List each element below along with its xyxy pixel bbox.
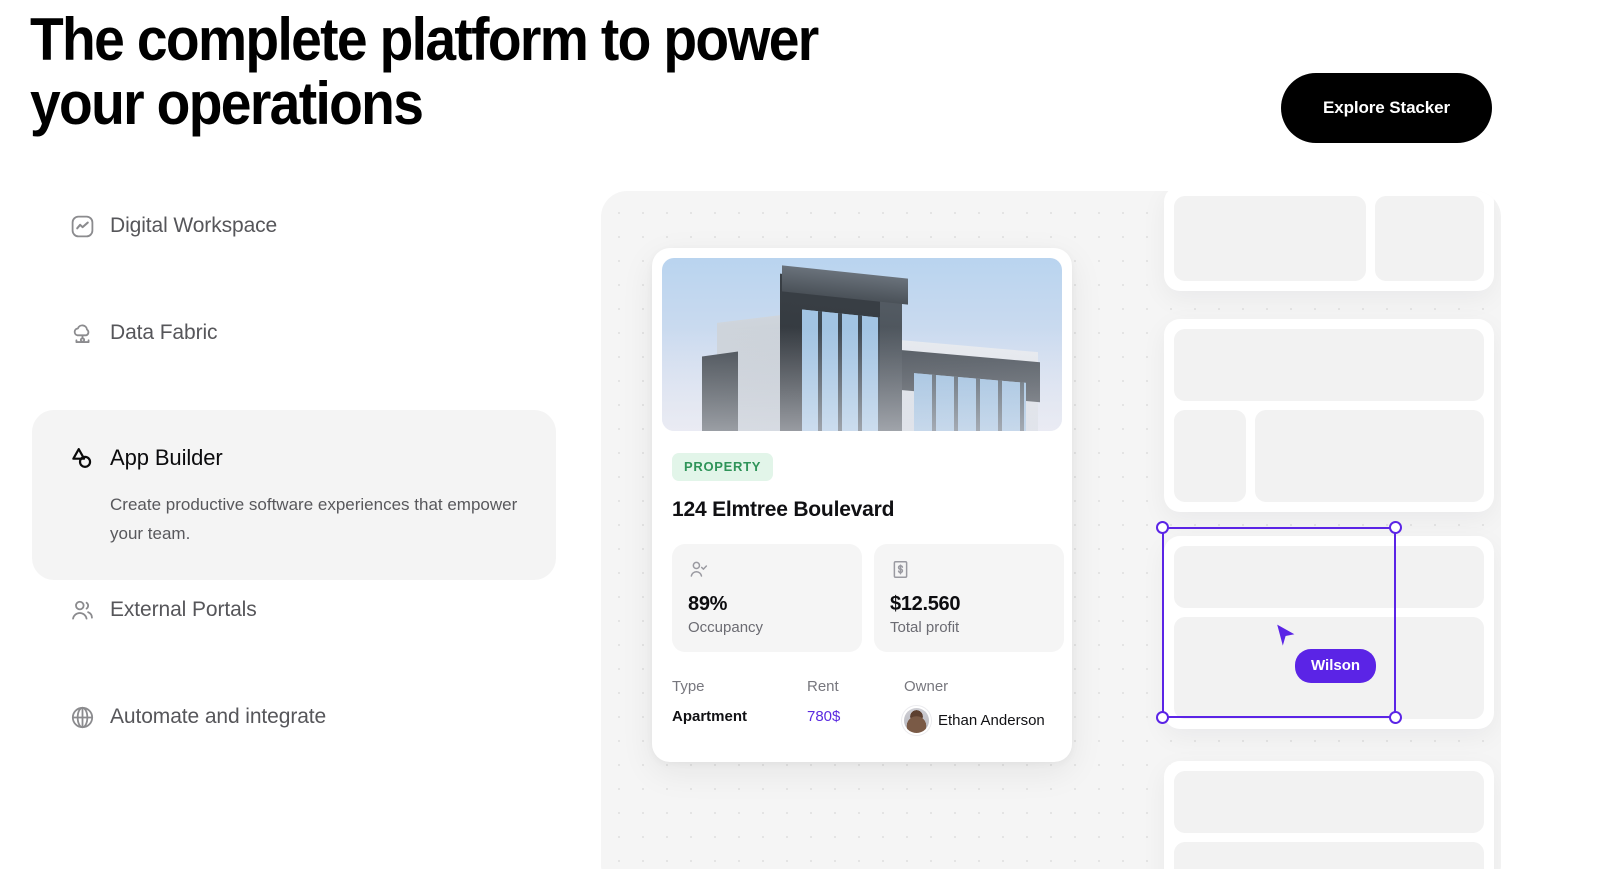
wireframe-block: [1174, 196, 1366, 281]
sidebar-item-external-portals[interactable]: External Portals: [32, 580, 556, 687]
field-label: Rent: [807, 678, 904, 695]
wireframe-block: [1375, 196, 1484, 281]
stat-value: 89%: [688, 593, 846, 616]
status-badge: PROPERTY: [672, 453, 773, 481]
wireframe-card-4[interactable]: [1164, 761, 1494, 869]
wireframe-card-2[interactable]: [1164, 319, 1494, 512]
field-value: Apartment: [672, 708, 807, 725]
user-check-icon: [688, 559, 846, 581]
pulse-square-icon: [68, 212, 96, 240]
sidebar-item-data-fabric[interactable]: Data Fabric: [32, 303, 556, 410]
globe-icon: [68, 703, 96, 731]
sidebar-item-app-builder[interactable]: App Builder Create productive software e…: [32, 410, 556, 580]
app-builder-icon: [68, 444, 96, 472]
sidebar-item-automate-and-integrate[interactable]: Automate and integrate: [32, 687, 556, 794]
sidebar-item-header: App Builder: [68, 444, 520, 472]
product-showcase-panel: PROPERTY 124 Elmtree Boulevard 89% Occup…: [601, 191, 1501, 869]
collaborator-name-label: Wilson: [1295, 649, 1376, 683]
field-label: Type: [672, 678, 807, 695]
page-title: The complete platform to power your oper…: [30, 8, 950, 136]
property-fields: Type Apartment Rent 780$ Owner Ethan And…: [672, 678, 1064, 733]
field-rent: Rent 780$: [807, 678, 904, 733]
owner-name: Ethan Anderson: [938, 712, 1045, 729]
sidebar-item-label: Data Fabric: [110, 319, 217, 347]
feature-nav: Digital Workspace Data Fabric: [32, 196, 556, 794]
sidebar-item-label: Digital Workspace: [110, 212, 277, 240]
wireframe-block: [1174, 410, 1246, 502]
wireframe-card-3-selected[interactable]: [1164, 536, 1494, 729]
property-stats: 89% Occupancy $12.560 Total profit: [672, 544, 1064, 652]
sidebar-item-label: External Portals: [110, 596, 257, 624]
wireframe-block: [1174, 771, 1484, 833]
receipt-dollar-icon: [890, 559, 1048, 581]
cloud-network-icon: [68, 319, 96, 347]
sidebar-item-label: App Builder: [110, 444, 223, 472]
sidebar-item-digital-workspace[interactable]: Digital Workspace: [32, 196, 556, 303]
cursor-arrow-icon: [1275, 623, 1299, 651]
wireframe-block: [1255, 410, 1484, 502]
stat-value: $12.560: [890, 593, 1048, 616]
owner-value: Ethan Anderson: [904, 708, 1064, 733]
wireframe-block: [1174, 546, 1484, 608]
stat-tile-occupancy: 89% Occupancy: [672, 544, 862, 652]
field-value: 780$: [807, 708, 904, 725]
property-title: 124 Elmtree Boulevard: [672, 497, 1062, 523]
collaborator-cursor: Wilson: [1275, 623, 1299, 651]
wireframe-block: [1174, 329, 1484, 401]
stat-label: Occupancy: [688, 619, 846, 636]
field-owner: Owner Ethan Anderson: [904, 678, 1064, 733]
stat-label: Total profit: [890, 619, 1048, 636]
property-card[interactable]: PROPERTY 124 Elmtree Boulevard 89% Occup…: [652, 248, 1072, 762]
landing-page-section: The complete platform to power your oper…: [0, 0, 1611, 869]
field-label: Owner: [904, 678, 1064, 695]
avatar: [904, 708, 929, 733]
explore-stacker-button[interactable]: Explore Stacker: [1281, 73, 1492, 143]
wireframe-block: [1174, 842, 1484, 869]
stat-tile-total-profit: $12.560 Total profit: [874, 544, 1064, 652]
property-photo: [662, 258, 1062, 431]
wireframe-card-1[interactable]: [1164, 191, 1494, 291]
users-icon: [68, 596, 96, 624]
headline-line-1: The complete platform to power: [30, 8, 950, 72]
headline-line-2: your operations: [30, 72, 950, 136]
sidebar-item-description: Create productive software experiences t…: [110, 490, 520, 548]
sidebar-item-label: Automate and integrate: [110, 703, 326, 731]
field-type: Type Apartment: [672, 678, 807, 733]
